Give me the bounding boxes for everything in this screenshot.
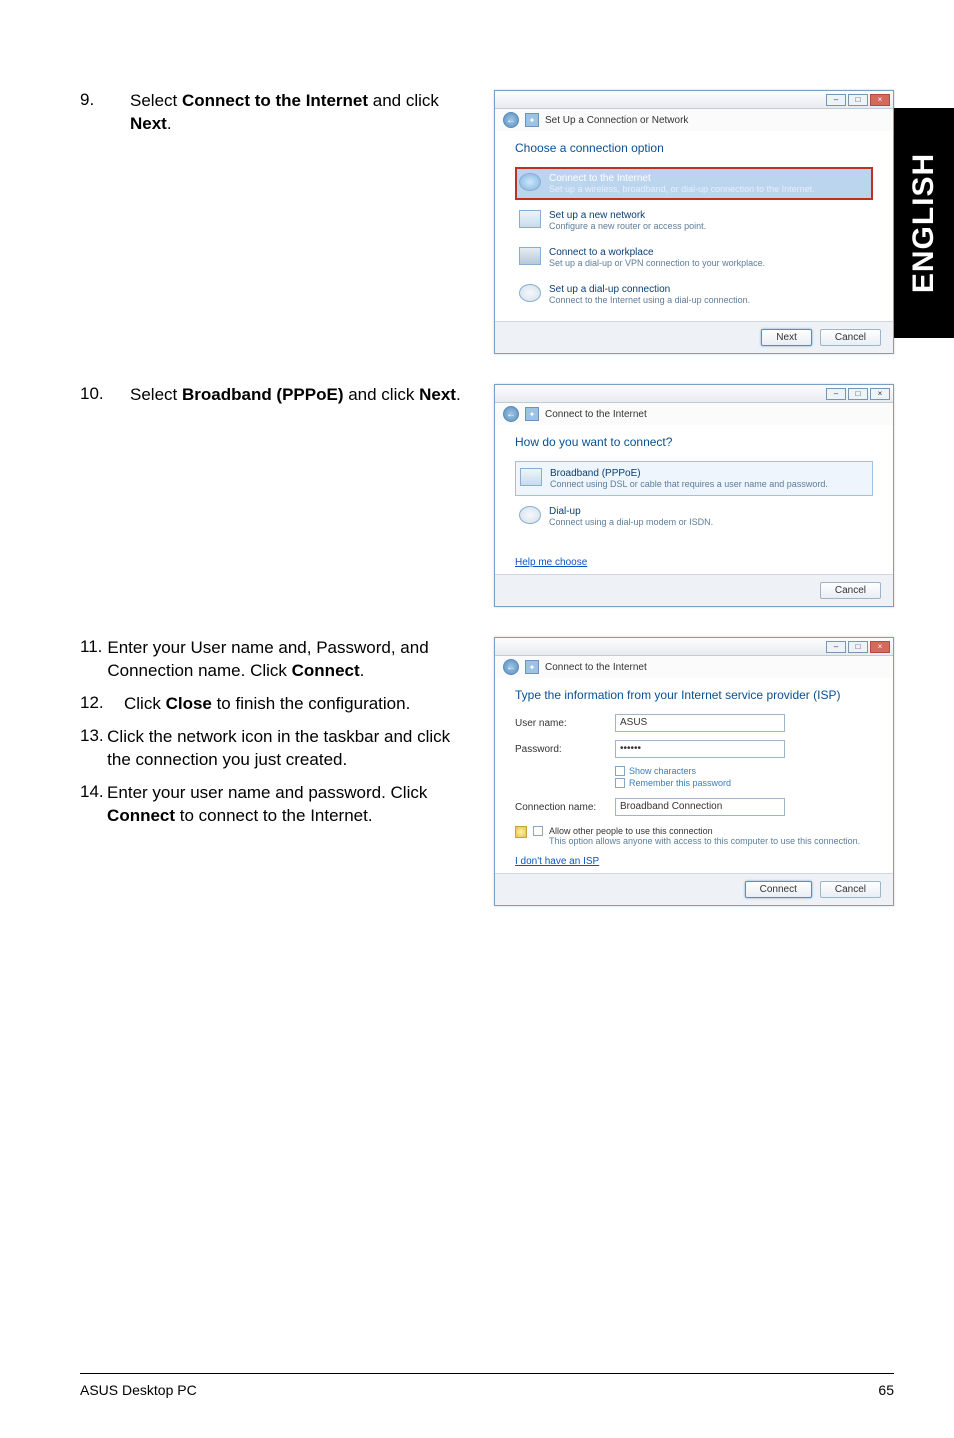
dialog-connection-option: – □ × ← ✦ Set Up a Connection or Network…: [494, 90, 894, 354]
step-number: 13.: [80, 726, 107, 746]
dial-icon: [519, 284, 541, 302]
step-text: Select Connect to the Internet and click…: [130, 90, 470, 136]
option-subtitle: Set up a wireless, broadband, or dial-up…: [549, 184, 815, 194]
next-button[interactable]: Next: [761, 329, 812, 346]
breadcrumb: Connect to the Internet: [545, 409, 647, 420]
option-broadband[interactable]: Broadband (PPPoE) Connect using DSL or c…: [515, 461, 873, 496]
cancel-button[interactable]: Cancel: [820, 881, 881, 898]
username-label: User name:: [515, 718, 615, 729]
minimize-button[interactable]: –: [826, 641, 846, 653]
network-icon: ✦: [525, 407, 539, 421]
option-dialup[interactable]: Set up a dial-up connection Connect to t…: [515, 278, 873, 311]
connection-name-input[interactable]: Broadband Connection: [615, 798, 785, 816]
allow-others-checkbox[interactable]: [533, 826, 543, 836]
remember-password-label: Remember this password: [629, 778, 731, 788]
help-link[interactable]: Help me choose: [515, 557, 587, 568]
dialog-heading: Type the information from your Internet …: [515, 688, 873, 702]
allow-others-label: Allow other people to use this connectio…: [549, 826, 860, 836]
back-icon[interactable]: ←: [503, 406, 519, 422]
footer-divider: [80, 1373, 894, 1374]
dialog-how-connect: – □ × ← ✦ Connect to the Internet How do…: [494, 384, 894, 607]
broadband-icon: [520, 468, 542, 486]
back-icon[interactable]: ←: [503, 659, 519, 675]
password-label: Password:: [515, 744, 615, 755]
breadcrumb: Connect to the Internet: [545, 662, 647, 673]
password-input[interactable]: ••••••: [615, 740, 785, 758]
step-number: 10.: [80, 384, 130, 404]
building-icon: [519, 247, 541, 265]
shield-icon: [515, 826, 527, 838]
maximize-button[interactable]: □: [848, 94, 868, 106]
option-subtitle: Configure a new router or access point.: [549, 221, 706, 231]
cancel-button[interactable]: Cancel: [820, 329, 881, 346]
step-text: Enter your user name and password. Click…: [107, 782, 470, 828]
breadcrumb: Set Up a Connection or Network: [545, 115, 688, 126]
option-title: Set up a new network: [549, 210, 706, 221]
option-subtitle: Connect using DSL or cable that requires…: [550, 479, 828, 489]
allow-others-sub: This option allows anyone with access to…: [549, 836, 860, 846]
option-title: Broadband (PPPoE): [550, 468, 828, 479]
step-text: Click the network icon in the taskbar an…: [107, 726, 470, 772]
show-characters-label: Show characters: [629, 766, 696, 776]
option-new-network[interactable]: Set up a new network Configure a new rou…: [515, 204, 873, 237]
maximize-button[interactable]: □: [848, 641, 868, 653]
close-button[interactable]: ×: [870, 388, 890, 400]
step-number: 14.: [80, 782, 107, 802]
remember-password-checkbox[interactable]: [615, 778, 625, 788]
dialog-heading: How do you want to connect?: [515, 435, 873, 449]
network-icon: ✦: [525, 660, 539, 674]
minimize-button[interactable]: –: [826, 94, 846, 106]
network-icon: ✦: [525, 113, 539, 127]
step-number: 11.: [80, 637, 107, 657]
footer-page-number: 65: [878, 1382, 894, 1398]
option-subtitle: Connect using a dial-up modem or ISDN.: [549, 517, 713, 527]
connection-name-label: Connection name:: [515, 802, 615, 813]
back-icon[interactable]: ←: [503, 112, 519, 128]
footer-product: ASUS Desktop PC: [80, 1382, 197, 1398]
step-number: 9.: [80, 90, 130, 110]
step-number: 12.: [80, 693, 124, 713]
close-button[interactable]: ×: [870, 94, 890, 106]
option-workplace[interactable]: Connect to a workplace Set up a dial-up …: [515, 241, 873, 274]
option-subtitle: Connect to the Internet using a dial-up …: [549, 295, 750, 305]
dialog-isp-info: – □ × ← ✦ Connect to the Internet Type t…: [494, 637, 894, 906]
router-icon: [519, 210, 541, 228]
language-tab-label: ENGLISH: [907, 153, 941, 293]
option-dialup2[interactable]: Dial-up Connect using a dial-up modem or…: [515, 500, 873, 533]
step-text: Enter your User name and, Password, and …: [107, 637, 470, 683]
maximize-button[interactable]: □: [848, 388, 868, 400]
minimize-button[interactable]: –: [826, 388, 846, 400]
step-text: Click Close to finish the configuration.: [124, 693, 410, 716]
option-title: Dial-up: [549, 506, 713, 517]
option-connect-internet[interactable]: Connect to the Internet Set up a wireles…: [515, 167, 873, 200]
dialog-heading: Choose a connection option: [515, 141, 873, 155]
no-isp-link[interactable]: I don't have an ISP: [515, 856, 599, 867]
option-title: Connect to a workplace: [549, 247, 765, 258]
show-characters-checkbox[interactable]: [615, 766, 625, 776]
step-text: Select Broadband (PPPoE) and click Next.: [130, 384, 470, 407]
option-subtitle: Set up a dial-up or VPN connection to yo…: [549, 258, 765, 268]
cancel-button[interactable]: Cancel: [820, 582, 881, 599]
close-button[interactable]: ×: [870, 641, 890, 653]
dial-icon: [519, 506, 541, 524]
globe-icon: [519, 173, 541, 191]
language-tab: ENGLISH: [894, 108, 954, 338]
option-title: Set up a dial-up connection: [549, 284, 750, 295]
username-input[interactable]: ASUS: [615, 714, 785, 732]
connect-button[interactable]: Connect: [745, 881, 812, 898]
option-title: Connect to the Internet: [549, 173, 815, 184]
